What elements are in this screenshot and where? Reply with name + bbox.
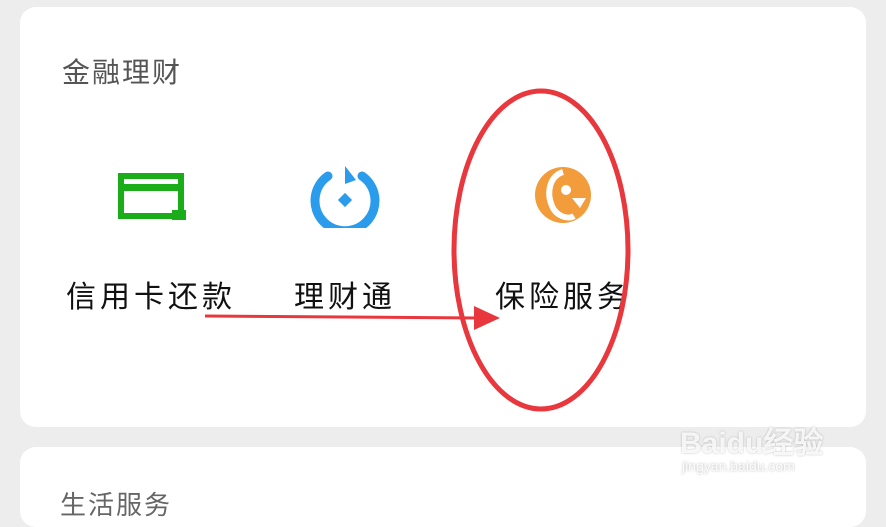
credit-card-icon xyxy=(118,173,186,220)
finance-card: 金融理财 信用卡还款 理财通 保险服务 xyxy=(20,7,866,427)
licaitong-icon xyxy=(310,166,380,228)
service-licaitong[interactable]: 理财通 xyxy=(250,162,440,316)
service-label: 保险服务 xyxy=(495,280,631,315)
service-credit-card-repayment[interactable]: 信用卡还款 xyxy=(56,162,246,316)
baidu-watermark: Baidu经验 jingyan.baidu.com xyxy=(680,418,870,488)
watermark-url: jingyan.baidu.com xyxy=(682,458,795,474)
service-label: 理财通 xyxy=(294,280,396,315)
watermark-brand: Baidu经验 xyxy=(680,427,824,460)
service-insurance[interactable]: 保险服务 xyxy=(468,162,658,316)
service-label: 信用卡还款 xyxy=(66,280,236,315)
section-title: 金融理财 xyxy=(62,56,183,89)
next-section-title: 生活服务 xyxy=(60,491,173,521)
insurance-icon xyxy=(535,167,591,223)
